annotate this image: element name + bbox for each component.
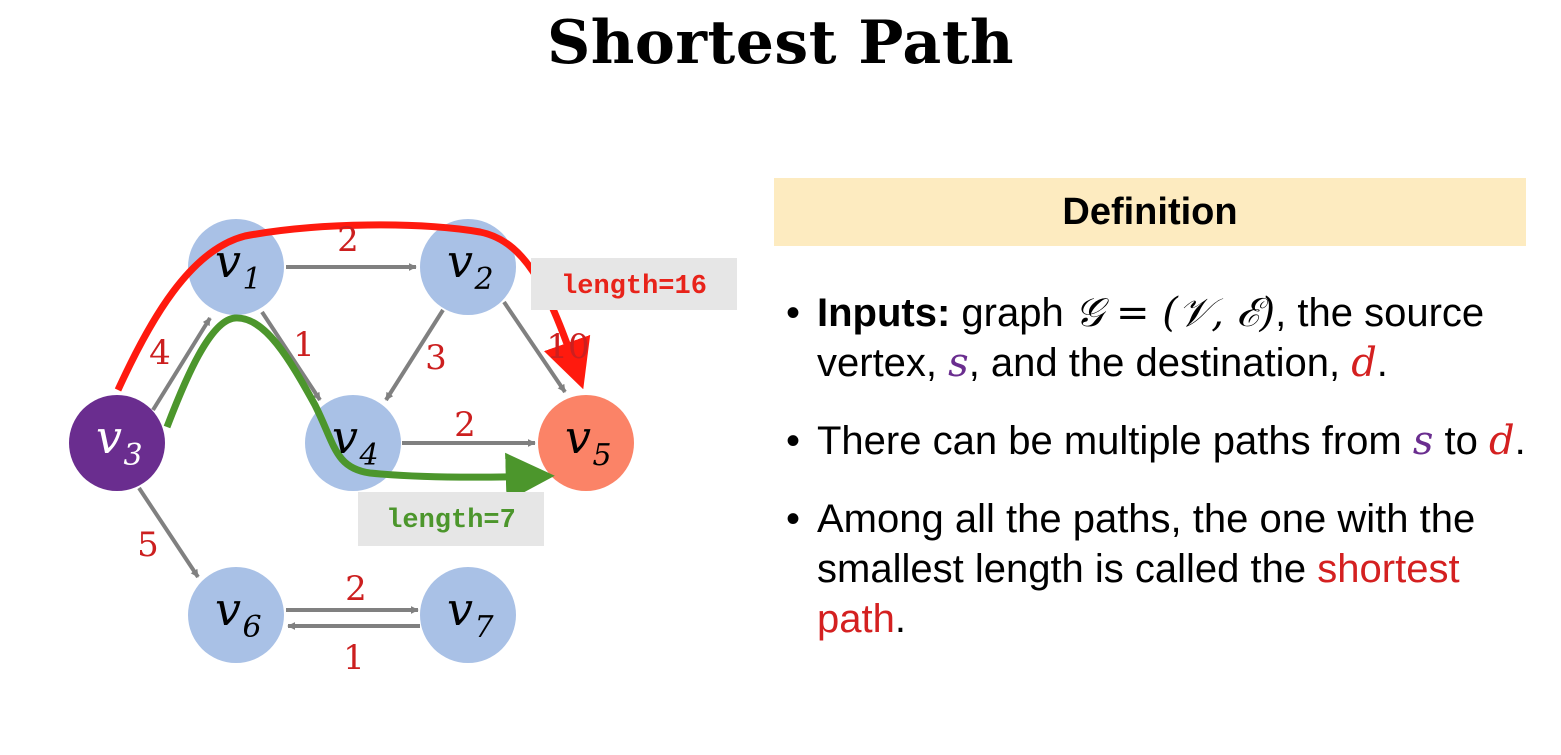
bullet-inputs: Inputs: graph 𝒢 = (𝒱, ℰ), the source ver…	[786, 288, 1526, 388]
node-label-v2: v	[447, 234, 473, 288]
weight-v2-v4: 3	[425, 338, 447, 378]
inputs-label: Inputs:	[817, 291, 951, 335]
node-sub-v2: 2	[473, 262, 493, 297]
weight-v4-v5: 2	[454, 405, 476, 445]
node-label-v5: v	[565, 410, 591, 464]
bullet-text: .	[1376, 341, 1388, 385]
node-sub-v1: 1	[242, 262, 261, 297]
node-label-v3: v	[96, 410, 122, 464]
bullet-text: .	[894, 597, 906, 641]
definition-header: Definition	[774, 178, 1526, 246]
weight-v3-v1: 4	[149, 333, 171, 373]
bullet-text: to	[1433, 419, 1489, 463]
node-sub-v3: 3	[123, 438, 142, 473]
weight-v3-v6: 5	[137, 525, 159, 565]
weight-v1-v4: 1	[293, 325, 315, 365]
node-label-v7: v	[447, 582, 473, 636]
definition-list: Inputs: graph 𝒢 = (𝒱, ℰ), the source ver…	[786, 288, 1526, 672]
dest-var: d	[1351, 340, 1377, 386]
graph-diagram: v 1 v 2v 3 v 4 v 5v 6 v 7 2 4 1 3 10 2 5 2 1 length…	[69, 219, 737, 678]
source-var: s	[1412, 418, 1434, 464]
bullet-text: , and the destination,	[968, 341, 1352, 385]
bullet-text: .	[1514, 419, 1526, 463]
node-label-v1: v	[215, 234, 241, 288]
source-var: s	[948, 340, 969, 386]
weight-v1-v2: 2	[337, 220, 359, 260]
weight-v2-v5: 10	[546, 327, 589, 367]
graph-math: 𝒢 = (𝒱, ℰ)	[1074, 290, 1276, 336]
bullet-text: graph	[950, 291, 1075, 335]
weight-v7-v6: 1	[343, 638, 365, 678]
green-length-box: length=7	[358, 492, 544, 546]
node-sub-v4: 4	[358, 438, 378, 473]
bullet-multiple-paths: There can be multiple paths from s to d.	[786, 416, 1526, 466]
green-length-label: length=7	[386, 506, 516, 536]
bullet-text: There can be multiple paths from	[817, 419, 1413, 463]
node-label-v4: v	[332, 410, 358, 464]
node-label-v6: v	[215, 582, 241, 636]
node-sub-v6: 6	[242, 610, 261, 645]
node-sub-v7: 7	[474, 610, 494, 645]
weight-v6-v7: 2	[345, 569, 367, 609]
red-length-label: length=16	[561, 272, 707, 302]
dest-var: d	[1488, 418, 1515, 464]
red-length-box: length=16	[531, 258, 737, 310]
node-sub-v5: 5	[592, 438, 611, 473]
bullet-shortest: Among all the paths, the one with the sm…	[786, 494, 1526, 644]
